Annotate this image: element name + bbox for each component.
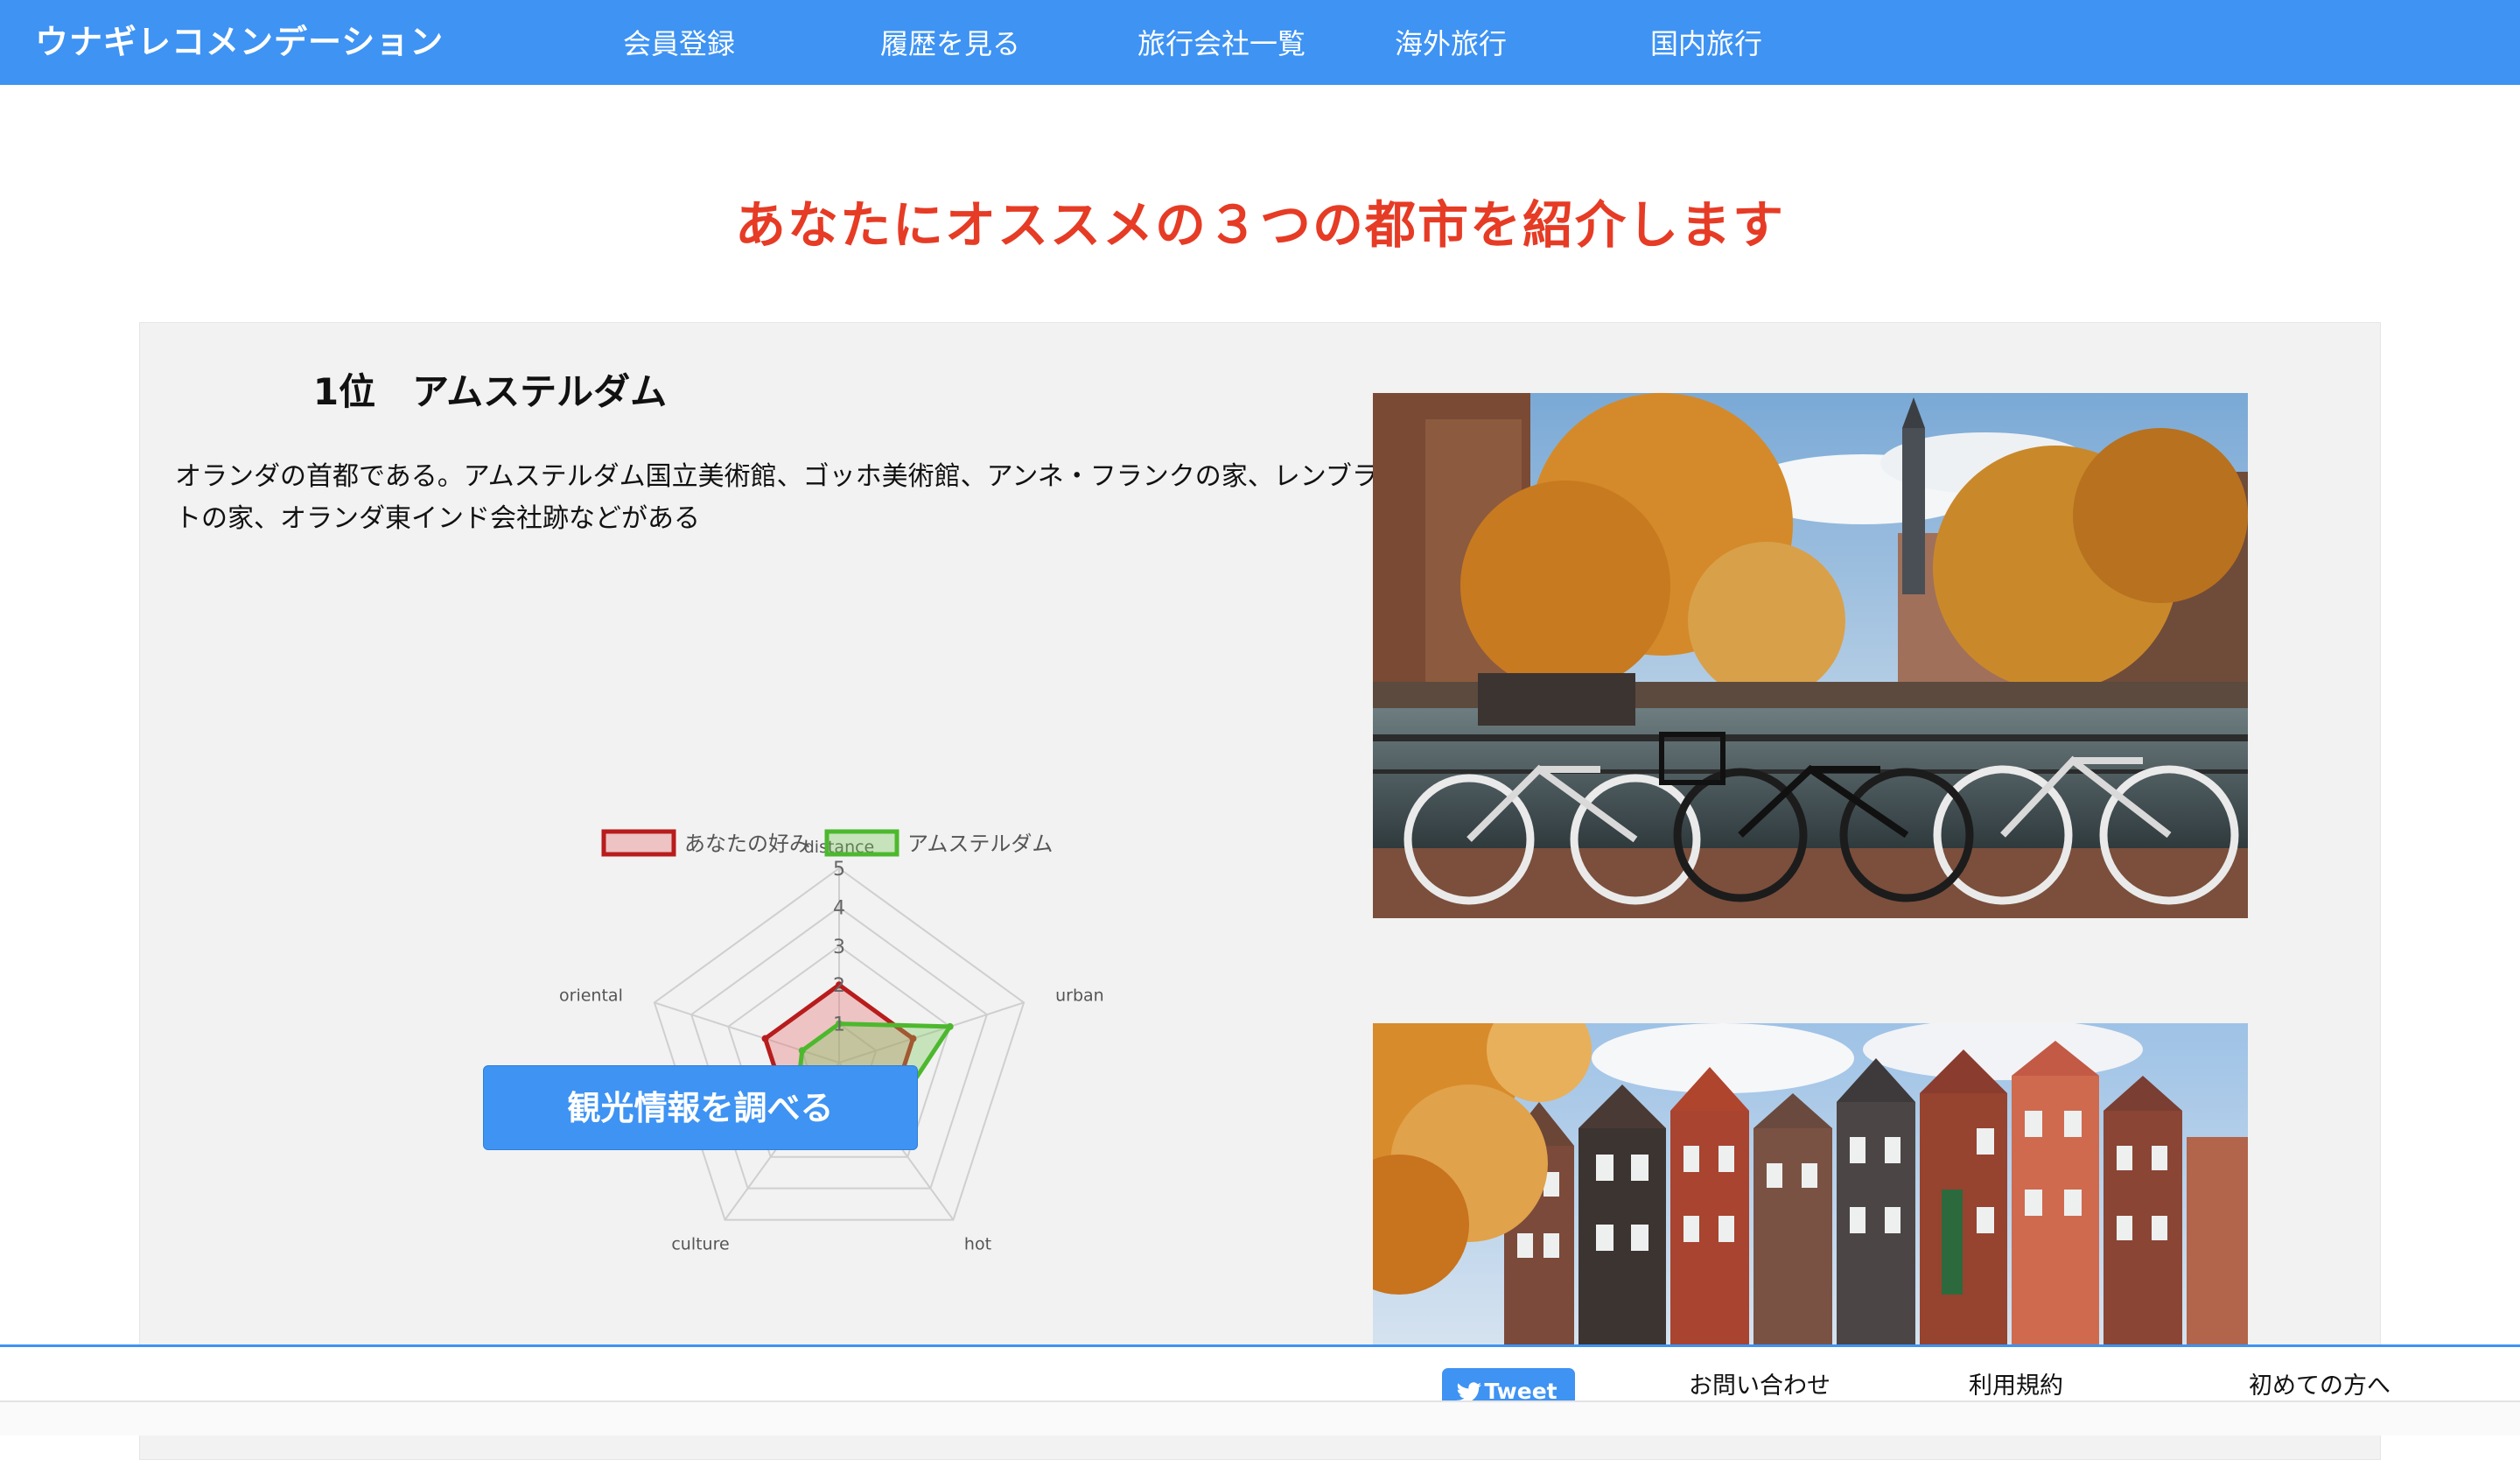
radar-tick-label: 3	[833, 937, 845, 958]
recommendation-card: 1位 アムステルダム オランダの首都である。アムステルダム国立美術館、ゴッホ美術…	[139, 322, 2381, 1460]
radar-axis-label: culture	[671, 1235, 729, 1254]
nav-history[interactable]: 履歴を見る	[880, 0, 1020, 85]
sightseeing-info-button[interactable]: 観光情報を調べる	[483, 1065, 918, 1150]
radar-series-1-point	[761, 1035, 769, 1042]
footer-link-first-time[interactable]: 初めての方へ	[2249, 1366, 2390, 1400]
radar-axis-label: oriental	[559, 986, 623, 1005]
radar-axis-label: urban	[1055, 986, 1104, 1005]
city-photo-canal-bicycles	[1373, 393, 2248, 918]
radar-chart: 12345distanceurbanhotcultureorientalあなたの…	[525, 572, 1208, 1378]
radar-series-2-point	[946, 1022, 954, 1030]
legend-swatch-2	[824, 829, 900, 857]
radar-tick-label: 5	[833, 859, 845, 881]
legend-swatch-1	[601, 829, 676, 857]
radar-axis-label: hot	[964, 1235, 991, 1254]
nav-overseas-travel[interactable]: 海外旅行	[1395, 0, 1507, 85]
nav-domestic-travel[interactable]: 国内旅行	[1650, 0, 1762, 85]
legend-label-2: アムステルダム	[907, 832, 1053, 856]
radar-chart-svg: 12345distanceurbanhotcultureorientalあなたの…	[559, 829, 1104, 1254]
city-photo-canal-houses	[1373, 1023, 2248, 1345]
brand-logo[interactable]: ウナギレコメンデーション	[35, 0, 444, 85]
footer-link-terms[interactable]: 利用規約	[1969, 1366, 2063, 1400]
legend-label-1: あなたの好み	[684, 832, 810, 856]
nav-register[interactable]: 会員登録	[623, 0, 735, 85]
radar-tick-label: 1	[833, 1014, 845, 1036]
radar-tick-label: 4	[833, 897, 845, 919]
rank-title: 1位 アムステルダム	[312, 370, 668, 413]
top-navbar: ウナギレコメンデーション 会員登録 履歴を見る 旅行会社一覧 海外旅行 国内旅行	[0, 0, 2520, 85]
radar-series-2-point	[798, 1047, 806, 1055]
bottom-edge-bar	[0, 1400, 2520, 1435]
footer-link-contact[interactable]: お問い合わせ	[1689, 1366, 1830, 1400]
city-description: オランダの首都である。アムステルダム国立美術館、ゴッホ美術館、アンネ・フランクの…	[175, 461, 1404, 534]
page-headline: あなたにオススメの３つの都市を紹介します	[734, 195, 1785, 255]
radar-tick-label: 2	[833, 975, 845, 997]
nav-travel-agencies[interactable]: 旅行会社一覧	[1138, 0, 1306, 85]
